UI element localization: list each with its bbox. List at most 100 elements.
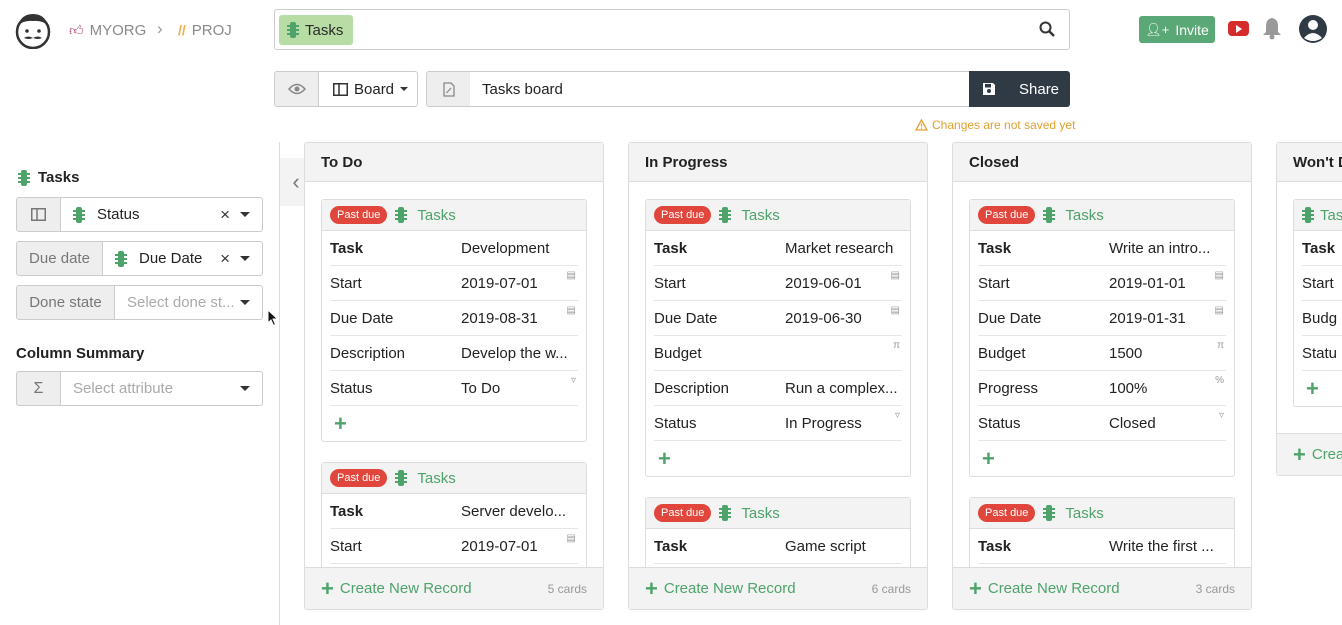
card-field-row[interactable]: Start 2019-01-01 ▤ (978, 266, 1226, 301)
card-collection-name: Tasks (417, 469, 456, 487)
record-card[interactable]: Past due Tasks Task Write an intro... Star… (969, 199, 1235, 477)
field-value: Game script (785, 537, 866, 555)
record-card[interactable]: Past due Tasks Task Game script (645, 497, 911, 567)
field-label: Status (978, 414, 1021, 432)
card-field-row[interactable]: Start 2019-07-01 ▤ (330, 529, 578, 564)
traffic-light-icon (1043, 505, 1056, 521)
card-field-row[interactable]: Budg (1302, 301, 1342, 336)
caret-down-icon[interactable] (240, 300, 250, 305)
save-icon[interactable] (969, 82, 1009, 96)
field-label: Budget (654, 344, 702, 362)
column-summary-select[interactable]: Select attribute (61, 371, 263, 406)
caret-down-icon[interactable] (240, 212, 250, 217)
card-field-row[interactable]: Task Write the first ... (978, 529, 1226, 564)
field-value: In Progress (785, 414, 862, 432)
caret-down-icon (400, 87, 409, 91)
search-chip-label: Tasks (305, 21, 344, 39)
calendar-icon: ▤ (1214, 305, 1224, 316)
card-field-row[interactable]: Status To Do ▿ (330, 371, 578, 406)
create-record-button[interactable]: + Create New Record 3 cards (953, 567, 1251, 609)
sidebar-divider (279, 142, 280, 625)
done-state-row: Done state Select done st... (16, 285, 263, 320)
create-record-button[interactable]: + Crea (1277, 433, 1342, 475)
search-box[interactable]: Tasks (274, 9, 1070, 50)
card-field-row[interactable]: Start 2019-07-01 ▤ (330, 266, 578, 301)
breadcrumb-org[interactable]: 👍︎ MYORG (69, 20, 146, 40)
sigma-icon: Σ (16, 371, 61, 406)
field-value: To Do (461, 379, 501, 397)
card-field-row[interactable]: Statu (1302, 336, 1342, 371)
card-count: 3 cards (1195, 581, 1235, 596)
breadcrumb-project[interactable]: // PROJ (178, 20, 232, 40)
clear-icon[interactable]: × (220, 249, 230, 269)
select-icon: ▿ (1218, 410, 1224, 421)
card-field-row[interactable]: Progress 100%% (978, 371, 1226, 406)
card-field-row[interactable]: Task Game script (654, 529, 902, 564)
select-icon: ▿ (570, 375, 576, 386)
field-label: Status (654, 414, 697, 432)
due-date-label: Due date (16, 241, 103, 276)
plus-icon: + (321, 575, 334, 601)
card-field-row[interactable]: Task (1302, 231, 1342, 266)
calendar-icon: ▤ (1214, 270, 1224, 281)
card-field-row[interactable]: Budget 1500 π (978, 336, 1226, 371)
past-due-badge: Past due (978, 206, 1036, 224)
traffic-light-icon (395, 207, 408, 223)
card-collection: Tasks (719, 207, 780, 224)
card-field-row[interactable]: Description Develop the w... (330, 336, 578, 371)
card-field-row[interactable]: Due Date 2019-01-31 ▤ (978, 301, 1226, 336)
card-field-row[interactable]: Task Market research (654, 231, 902, 266)
search-icon[interactable] (1039, 21, 1055, 37)
clear-icon[interactable]: × (220, 205, 230, 225)
view-toggle-button[interactable] (274, 71, 319, 107)
record-card[interactable]: Past due Tasks Task Development Start 2019-… (321, 199, 587, 442)
due-date-select[interactable]: Due Date × (103, 241, 263, 276)
create-record-button[interactable]: + Create New Record 6 cards (629, 567, 927, 609)
record-card[interactable]: Tasks Task Start Budg Statu + (1293, 199, 1342, 407)
card-field-row[interactable]: Status Closed ▿ (978, 406, 1226, 441)
card-field-row[interactable]: Status In Progress ▿ (654, 406, 902, 441)
record-card[interactable]: Past due Tasks Task Server develo... Start… (321, 462, 587, 567)
field-label: Due Date (978, 309, 1042, 327)
bell-icon[interactable] (1262, 16, 1282, 40)
youtube-icon[interactable] (1228, 21, 1249, 36)
column-title: In Progress (629, 143, 927, 182)
account-icon[interactable] (1298, 14, 1328, 44)
card-field-row[interactable]: Start 2019-06-01 ▤ (654, 266, 902, 301)
column-title: Closed (953, 143, 1251, 182)
record-card[interactable]: Past due Tasks Task Market research Start 2… (645, 199, 911, 477)
card-field-row[interactable]: Task Write an intro... (978, 231, 1226, 266)
field-label: Task (654, 537, 688, 555)
caret-down-icon[interactable] (240, 386, 250, 391)
card-field-row[interactable]: Due Date 2019-08-31 ▤ (330, 301, 578, 336)
app-logo[interactable] (15, 11, 51, 50)
add-field-button[interactable]: + (322, 406, 586, 441)
add-field-button[interactable]: + (1294, 371, 1342, 406)
invite-button[interactable]: 👤︎+ Invite (1139, 16, 1215, 43)
columns-attribute-select[interactable]: Status × (61, 197, 263, 232)
card-field-row[interactable]: Description Run a complex... (654, 371, 902, 406)
field-label: Task (330, 502, 364, 520)
traffic-light-icon (1302, 207, 1314, 223)
chevron-left-icon: ‹ (292, 169, 300, 194)
view-type-label: Board (354, 80, 395, 98)
card-field-row[interactable]: Due Date 2019-06-30 ▤ (654, 301, 902, 336)
caret-down-icon[interactable] (240, 256, 250, 261)
create-record-button[interactable]: + Create New Record 5 cards (305, 567, 603, 609)
view-type-select[interactable]: Board (318, 71, 418, 107)
card-field-row[interactable]: Task Development (330, 231, 578, 266)
card-field-row[interactable]: Task Server develo... (330, 494, 578, 529)
view-title-input[interactable] (470, 71, 970, 107)
create-record-label: Create New Record (339, 580, 472, 597)
save-share-button[interactable]: Share (969, 71, 1070, 107)
traffic-light-icon (287, 22, 299, 38)
record-card[interactable]: Past due Tasks Task Write the first ... (969, 497, 1235, 567)
add-field-button[interactable]: + (646, 441, 910, 476)
traffic-light-icon (18, 169, 30, 186)
search-chip-tasks[interactable]: Tasks (279, 15, 354, 45)
card-field-row[interactable]: Budget π (654, 336, 902, 371)
add-field-button[interactable]: + (970, 441, 1234, 476)
card-field-row[interactable]: Start (1302, 266, 1342, 301)
done-state-select[interactable]: Select done st... (115, 285, 263, 320)
calendar-icon: ▤ (890, 270, 900, 281)
